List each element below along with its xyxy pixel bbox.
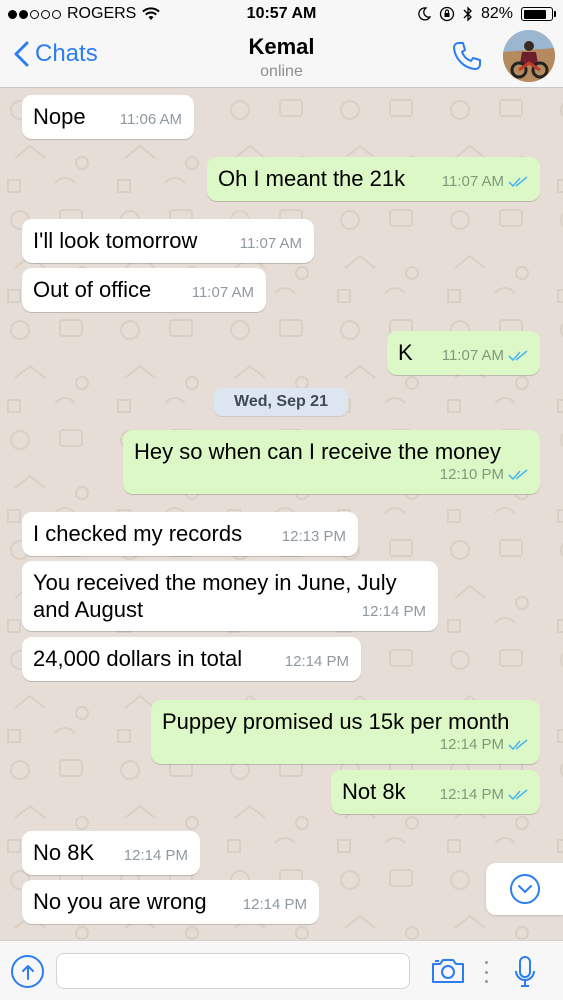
message-input[interactable]: [56, 953, 410, 989]
message-text: Not 8k: [342, 779, 406, 804]
message-time: 12:14 PM: [440, 781, 528, 808]
attach-button[interactable]: [11, 955, 44, 988]
message-time: 12:14 PM: [440, 731, 528, 758]
message-time: 12:14 PM: [242, 896, 307, 913]
message-bubble-incoming[interactable]: I checked my records 12:13 PM: [22, 512, 358, 556]
message-text: 24,000 dollars in total: [33, 646, 243, 671]
message-time: 12:14 PM: [361, 603, 426, 620]
message-time: 11:07 AM: [442, 342, 528, 369]
message-text: You received the money in June, July and…: [33, 570, 397, 622]
chat-header: Chats Kemal online: [0, 30, 563, 88]
message-text: No 8K: [33, 840, 95, 865]
message-time: 12:14 PM: [284, 653, 349, 670]
double-check-icon: [508, 175, 528, 187]
message-text: Out of office: [33, 277, 152, 302]
phone-icon: [453, 42, 481, 70]
voice-call-button[interactable]: [447, 38, 487, 74]
battery-icon: [521, 7, 556, 21]
message-bubble-outgoing[interactable]: K 11:07 AM: [387, 331, 540, 375]
double-check-icon: [508, 468, 528, 480]
message-time: 12:14 PM: [123, 847, 188, 864]
message-time: 11:06 AM: [119, 111, 182, 128]
message-text: I checked my records: [33, 521, 243, 546]
message-time: 12:13 PM: [281, 528, 346, 545]
message-text: Oh I meant the 21k: [218, 166, 406, 191]
moon-icon: [418, 7, 431, 21]
microphone-icon: [515, 956, 535, 987]
divider: [484, 961, 488, 983]
status-bar: ROGERS 10:57 AM 82%: [0, 0, 563, 30]
orientation-lock-icon: [439, 6, 455, 22]
scroll-to-bottom-button[interactable]: [486, 863, 563, 915]
message-bubble-incoming[interactable]: Nope 11:06 AM: [22, 95, 194, 139]
bluetooth-icon: [463, 6, 472, 22]
message-text: Nope: [33, 104, 86, 129]
message-bubble-outgoing[interactable]: Puppey promised us 15k per month 12:14 P…: [151, 700, 540, 764]
message-bubble-incoming[interactable]: I'll look tomorrow 11:07 AM: [22, 219, 314, 263]
message-bubble-incoming[interactable]: No you are wrong 12:14 PM: [22, 880, 319, 924]
message-text: K: [398, 340, 413, 365]
message-time: 11:07 AM: [239, 235, 302, 252]
battery-percent: 82%: [480, 5, 513, 22]
message-bubble-incoming[interactable]: 24,000 dollars in total 12:14 PM: [22, 637, 361, 681]
message-time: 12:10 PM: [440, 461, 528, 488]
contact-avatar[interactable]: [503, 30, 555, 82]
message-bubble-incoming[interactable]: You received the money in June, July and…: [22, 561, 438, 631]
message-text: No you are wrong: [33, 889, 207, 914]
camera-button[interactable]: [428, 955, 468, 987]
double-check-icon: [508, 349, 528, 361]
double-check-icon: [508, 738, 528, 750]
message-bubble-outgoing[interactable]: Not 8k 12:14 PM: [331, 770, 540, 814]
double-check-icon: [508, 788, 528, 800]
upload-arrow-icon: [21, 964, 34, 980]
chevron-down-circle-icon: [509, 874, 540, 904]
camera-icon: [432, 959, 464, 983]
message-time: 11:07 AM: [191, 284, 254, 301]
message-bubble-incoming[interactable]: Out of office 11:07 AM: [22, 268, 266, 312]
status-right: 82%: [417, 5, 556, 23]
message-time: 11:07 AM: [442, 168, 528, 195]
message-composer: [0, 940, 563, 1000]
message-text: I'll look tomorrow: [33, 228, 198, 253]
message-list[interactable]: Nope 11:06 AM Oh I meant the 21k 11:07 A…: [0, 88, 563, 940]
date-separator: Wed, Sep 21: [214, 388, 348, 416]
message-bubble-outgoing[interactable]: Hey so when can I receive the money 12:1…: [123, 430, 540, 494]
voice-message-button[interactable]: [510, 953, 540, 991]
message-bubble-outgoing[interactable]: Oh I meant the 21k 11:07 AM: [207, 157, 540, 201]
message-bubble-incoming[interactable]: No 8K 12:14 PM: [22, 831, 200, 875]
